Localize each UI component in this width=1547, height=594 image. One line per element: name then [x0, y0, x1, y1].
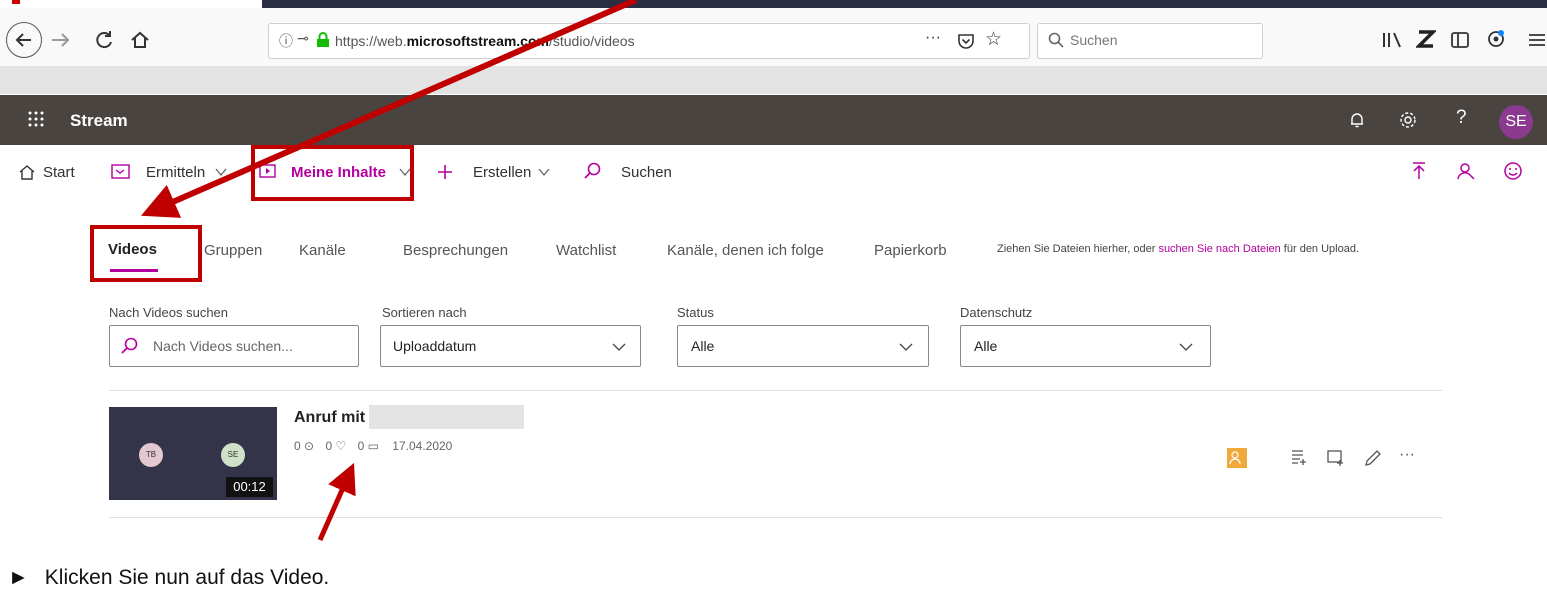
annotation-arrows — [140, 0, 638, 542]
arrow-to-video-stats — [317, 462, 356, 542]
arrow-to-videos-tab — [140, 0, 638, 218]
bullet-triangle-icon: ► — [8, 566, 29, 589]
instruction-text: ► Klicken Sie nun auf das Video. — [8, 566, 330, 589]
